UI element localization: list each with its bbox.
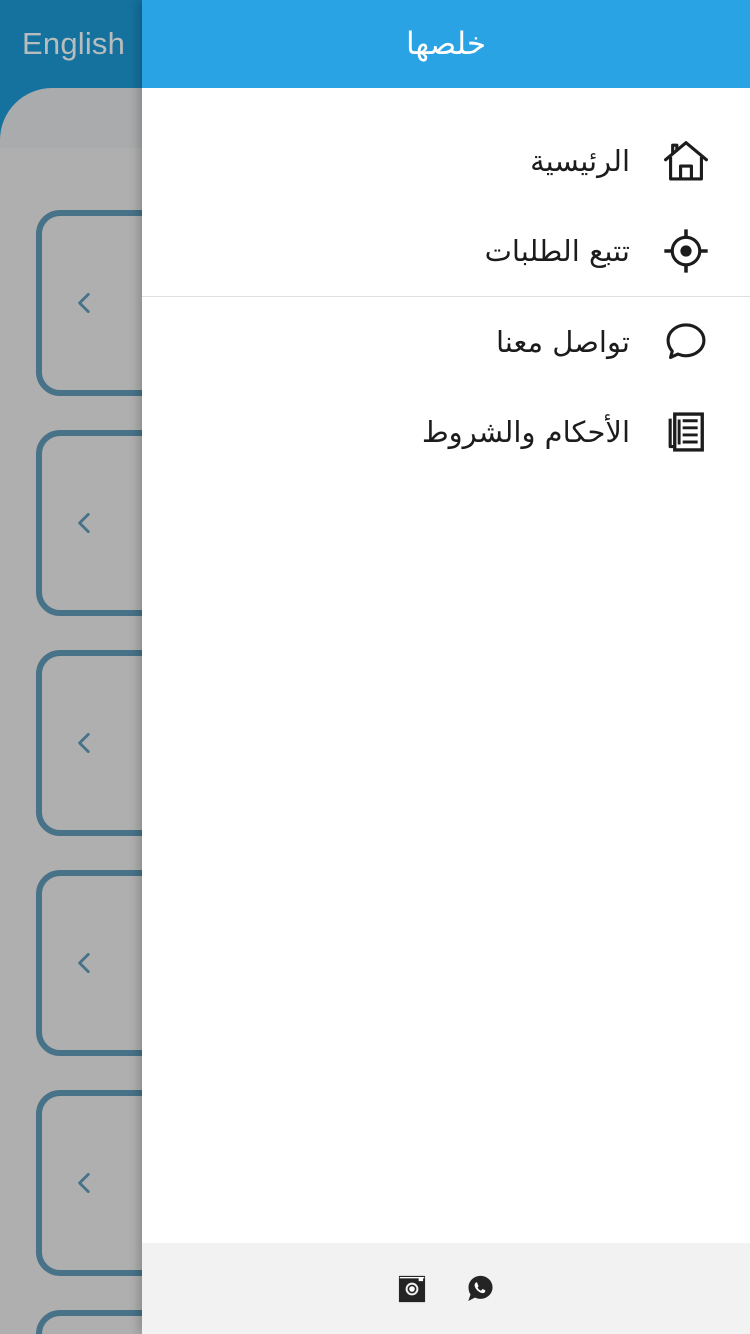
- menu-item-label: تتبع الطلبات: [484, 233, 630, 268]
- drawer-menu: الرئيسية تتبع الطلبات تواصل معنا الأحكام…: [142, 88, 750, 1243]
- menu-item-home[interactable]: الرئيسية: [142, 116, 750, 206]
- language-switch-label: English: [22, 26, 126, 61]
- target-icon: [638, 206, 734, 296]
- drawer-header: خلصها: [142, 0, 750, 88]
- menu-item-label: الرئيسية: [530, 143, 630, 178]
- instagram-icon: [398, 1275, 426, 1302]
- menu-group: تواصل معنا الأحكام والشروط: [142, 296, 750, 477]
- menu-item-contact-us[interactable]: تواصل معنا: [142, 297, 750, 387]
- whatsapp-button[interactable]: [463, 1272, 497, 1306]
- menu-item-track-orders[interactable]: تتبع الطلبات: [142, 206, 750, 296]
- language-switch-button[interactable]: English: [0, 0, 142, 88]
- document-icon: [638, 387, 734, 477]
- app-title: خلصها: [405, 26, 487, 62]
- home-icon: [638, 116, 734, 206]
- chat-bubble-icon: [638, 297, 734, 387]
- instagram-button[interactable]: [395, 1272, 429, 1306]
- menu-item-terms-and-conditions[interactable]: الأحكام والشروط: [142, 387, 750, 477]
- navigation-drawer: خلصها الرئيسية تتبع الطلبات تواصل معنا ا…: [142, 0, 750, 1334]
- whatsapp-icon: [468, 1275, 493, 1301]
- menu-item-label: تواصل معنا: [495, 324, 630, 359]
- menu-group: الرئيسية تتبع الطلبات: [142, 116, 750, 296]
- drawer-social-footer: [142, 1243, 750, 1334]
- app-root: English خلصها الرئيسية تتبع الطلبات تواص…: [0, 0, 750, 1334]
- menu-item-label: الأحكام والشروط: [421, 414, 630, 449]
